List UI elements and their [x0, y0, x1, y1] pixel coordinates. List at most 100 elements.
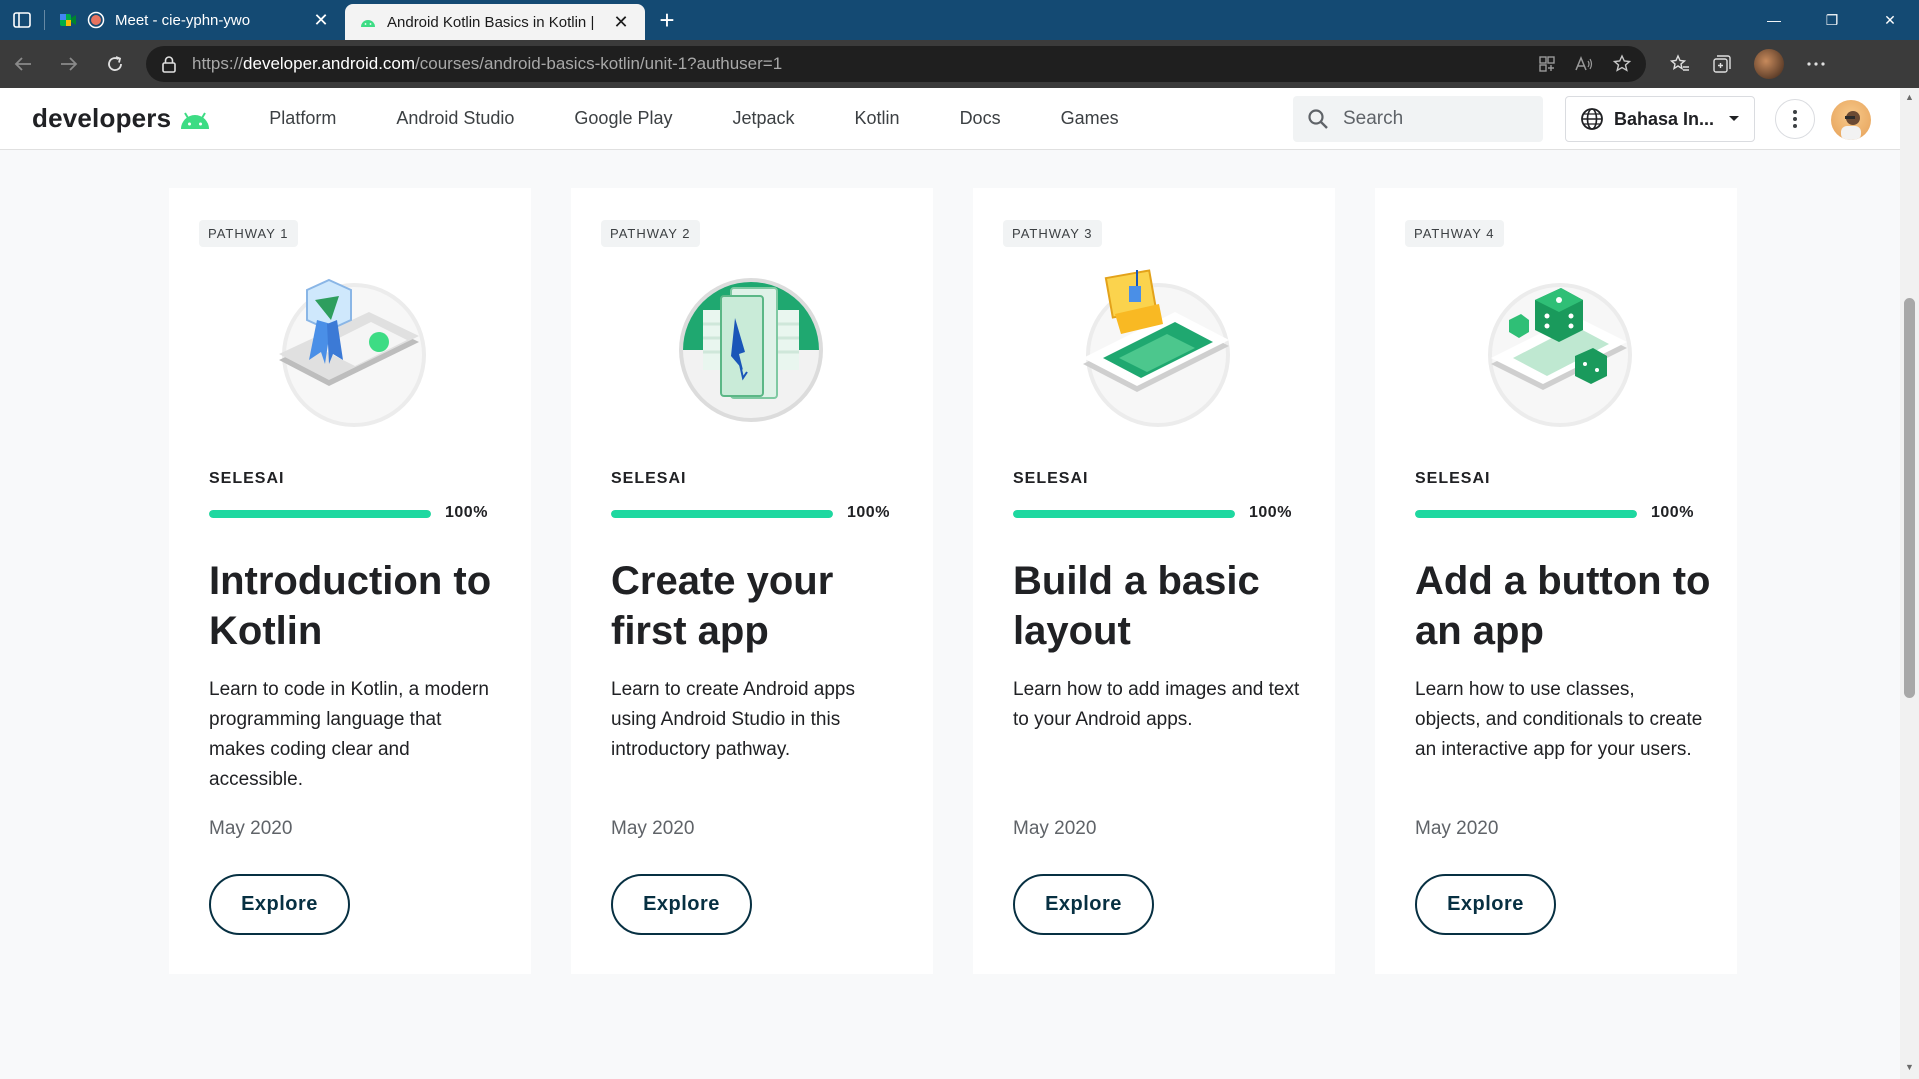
pathway-date: May 2020 — [1415, 818, 1499, 839]
nav-item-platform[interactable]: Platform — [269, 108, 336, 129]
pathway-badge: PATHWAY 3 — [1003, 220, 1102, 247]
kotlin-illustration — [279, 278, 426, 427]
close-icon[interactable]: ✕ — [311, 10, 331, 31]
progress-percent: 100% — [1651, 504, 1694, 521]
nav-item-google-play[interactable]: Google Play — [574, 108, 672, 129]
url-host: developer.android.com — [243, 54, 416, 73]
pathway-description: Learn to create Android apps using Andro… — [611, 679, 856, 760]
read-aloud-icon[interactable] — [1574, 55, 1594, 73]
explore-button[interactable]: Explore — [1013, 874, 1154, 935]
restore-icon[interactable]: ❐ — [1803, 0, 1861, 40]
pathway-badge: PATHWAY 1 — [199, 220, 298, 247]
search-placeholder: Search — [1343, 108, 1404, 129]
new-tab-icon[interactable]: + — [645, 5, 689, 36]
tab-title: Android Kotlin Basics in Kotlin | — [387, 13, 595, 31]
pathway-card: PATHWAY 2 SELESAI 100% Create your first… — [571, 188, 933, 974]
android-icon — [361, 20, 375, 27]
scroll-down-icon[interactable]: ▼ — [1905, 1062, 1914, 1072]
meet-icon — [60, 14, 76, 26]
refresh-icon[interactable] — [92, 40, 138, 88]
pathway-description: Learn to code in Kotlin, a modern progra… — [209, 679, 489, 790]
completion-status: SELESAI — [611, 470, 687, 487]
globe-icon — [1581, 108, 1603, 130]
search-icon — [1308, 109, 1328, 129]
pathway-badge: PATHWAY 4 — [1405, 220, 1504, 247]
collections-icon[interactable] — [1712, 54, 1732, 74]
browser-tab-android-kotlin[interactable]: Android Kotlin Basics in Kotlin | ✕ — [345, 4, 645, 40]
nav-item-android-studio[interactable]: Android Studio — [396, 108, 514, 129]
pathway-title: Add a button to an app — [1415, 559, 1711, 653]
settings-more-icon[interactable] — [1806, 61, 1826, 67]
developers-logo[interactable]: developers — [32, 103, 213, 134]
address-bar[interactable]: https://developer.android.com/courses/an… — [146, 46, 1646, 82]
progress-bar — [209, 510, 431, 518]
nav-item-jetpack[interactable]: Jetpack — [732, 108, 794, 129]
lock-icon — [162, 56, 176, 73]
app-available-icon[interactable] — [1538, 55, 1556, 73]
browser-tab-strip: Meet - cie-yphn-ywo ✕ Android Kotlin Bas… — [0, 0, 1919, 40]
pathway-card: PATHWAY 4 SELESAI 100% Add a button to a… — [1375, 188, 1737, 974]
progress-percent: 100% — [445, 504, 488, 521]
tab-actions-icon[interactable] — [0, 0, 44, 40]
chevron-down-icon — [1729, 116, 1739, 121]
explore-button[interactable]: Explore — [209, 874, 350, 935]
pathway-card: PATHWAY 1 SELESAI 100% Introduction to K… — [169, 188, 531, 974]
forward-icon[interactable] — [46, 40, 92, 88]
page-scrollbar[interactable]: ▲ ▼ — [1900, 88, 1919, 1079]
pathway-cards: PATHWAY 1 SELESAI 100% Introduction to K… — [169, 188, 1737, 974]
minimize-icon[interactable]: — — [1745, 0, 1803, 40]
explore-button[interactable]: Explore — [611, 874, 752, 935]
pathway-date: May 2020 — [611, 818, 695, 839]
more-vert-icon — [1793, 110, 1797, 128]
progress-percent: 100% — [847, 504, 890, 521]
language-label: Bahasa In... — [1614, 108, 1715, 129]
pathway-date: May 2020 — [209, 818, 293, 839]
favorite-add-icon[interactable] — [1612, 54, 1632, 74]
profile-avatar[interactable] — [1754, 49, 1784, 79]
browser-toolbar: https://developer.android.com/courses/an… — [0, 40, 1919, 88]
language-select[interactable]: Bahasa In... — [1565, 96, 1755, 142]
pathway-badge: PATHWAY 2 — [601, 220, 700, 247]
progress-fill — [1013, 510, 1235, 518]
window-controls: — ❐ ✕ — [1745, 0, 1919, 40]
progress-fill — [1415, 510, 1637, 518]
android-icon — [181, 111, 210, 129]
browser-tab-meet[interactable]: Meet - cie-yphn-ywo ✕ — [45, 0, 345, 40]
recording-icon — [87, 11, 105, 29]
url-text: https://developer.android.com/courses/an… — [192, 54, 782, 74]
url-scheme: https:// — [192, 54, 244, 73]
layout-illustration — [1083, 269, 1230, 427]
user-avatar[interactable] — [1831, 100, 1871, 140]
pathway-description: Learn how to use classes, objects, and c… — [1415, 679, 1703, 760]
pathway-date: May 2020 — [1013, 818, 1097, 839]
more-options-button[interactable] — [1775, 99, 1815, 139]
progress-bar — [611, 510, 833, 518]
scroll-thumb[interactable] — [1904, 298, 1915, 698]
pathway-title: Build a basic layout — [1013, 559, 1260, 653]
pathway-description: Learn how to add images and text to your… — [1013, 679, 1300, 730]
completion-status: SELESAI — [209, 470, 285, 487]
explore-button[interactable]: Explore — [1415, 874, 1556, 935]
tab-title: Meet - cie-yphn-ywo — [115, 11, 251, 29]
completion-status: SELESAI — [1013, 470, 1089, 487]
back-icon[interactable] — [0, 40, 46, 88]
close-window-icon[interactable]: ✕ — [1861, 0, 1919, 40]
progress-bar — [1415, 510, 1637, 518]
search-input[interactable]: Search — [1293, 96, 1543, 142]
progress-bar — [1013, 510, 1235, 518]
nav-item-kotlin[interactable]: Kotlin — [855, 108, 900, 129]
main-nav: Platform Android Studio Google Play Jetp… — [269, 108, 1178, 129]
nav-item-docs[interactable]: Docs — [960, 108, 1001, 129]
favorites-icon[interactable] — [1670, 54, 1690, 74]
pathway-title: Introduction to Kotlin — [209, 559, 492, 653]
close-icon[interactable]: ✕ — [611, 12, 631, 33]
site-header: developers Platform Android Studio Googl… — [0, 88, 1900, 150]
progress-percent: 100% — [1249, 504, 1292, 521]
scroll-up-icon[interactable]: ▲ — [1905, 92, 1914, 102]
nav-item-games[interactable]: Games — [1061, 108, 1119, 129]
android-studio-illustration — [679, 278, 823, 422]
progress-fill — [209, 510, 431, 518]
progress-fill — [611, 510, 833, 518]
logo-text: developers — [32, 103, 172, 133]
completion-status: SELESAI — [1415, 470, 1491, 487]
